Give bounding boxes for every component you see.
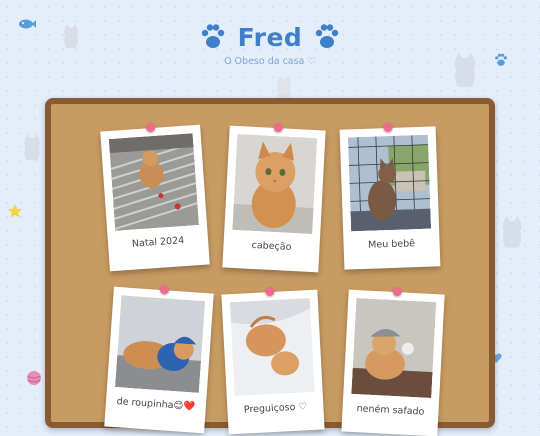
pin-icon	[145, 122, 156, 133]
page-header: Fred O Obeso da casa ♡	[0, 22, 540, 67]
polaroid-card[interactable]: neném safado	[341, 286, 445, 436]
pin-icon	[383, 122, 393, 133]
cat-photo	[232, 133, 318, 235]
page-title: Fred	[237, 22, 303, 52]
cat-photo	[351, 297, 437, 399]
polaroid-card[interactable]: de roupinha😊❤️	[104, 284, 214, 434]
cat-photo	[115, 295, 206, 393]
photo-board: Natal 2024 cabeção Meu bebê de roupinha😊…	[45, 98, 495, 436]
polaroid-card[interactable]: Preguiçoso ♡	[221, 286, 325, 435]
cat-photo	[108, 133, 199, 231]
photo-caption: cabeção	[251, 239, 292, 253]
paw-icon	[201, 24, 224, 48]
photo-caption: Meu bebê	[368, 238, 416, 251]
photo-caption: neném safado	[356, 403, 425, 418]
polaroid-card[interactable]: cabeção	[222, 122, 326, 273]
star-icon	[7, 203, 23, 218]
title-row: Fred	[0, 22, 540, 52]
paw-icon	[316, 24, 339, 48]
polaroid-card[interactable]: Meu bebê	[339, 122, 441, 270]
pin-icon	[392, 286, 402, 297]
cat-silhouette-icon	[502, 215, 522, 248]
cat-photo	[229, 297, 315, 397]
cat-silhouette-icon	[24, 133, 40, 161]
pin-icon	[273, 122, 283, 133]
cat-photo	[347, 134, 432, 232]
pin-icon	[159, 284, 170, 295]
photo-caption: Preguiçoso ♡	[243, 401, 308, 416]
pin-icon	[265, 286, 275, 297]
page-subtitle: O Obeso da casa ♡	[224, 56, 316, 67]
polaroid-card[interactable]: Natal 2024	[100, 122, 210, 272]
yarn-ball-icon	[27, 371, 41, 385]
